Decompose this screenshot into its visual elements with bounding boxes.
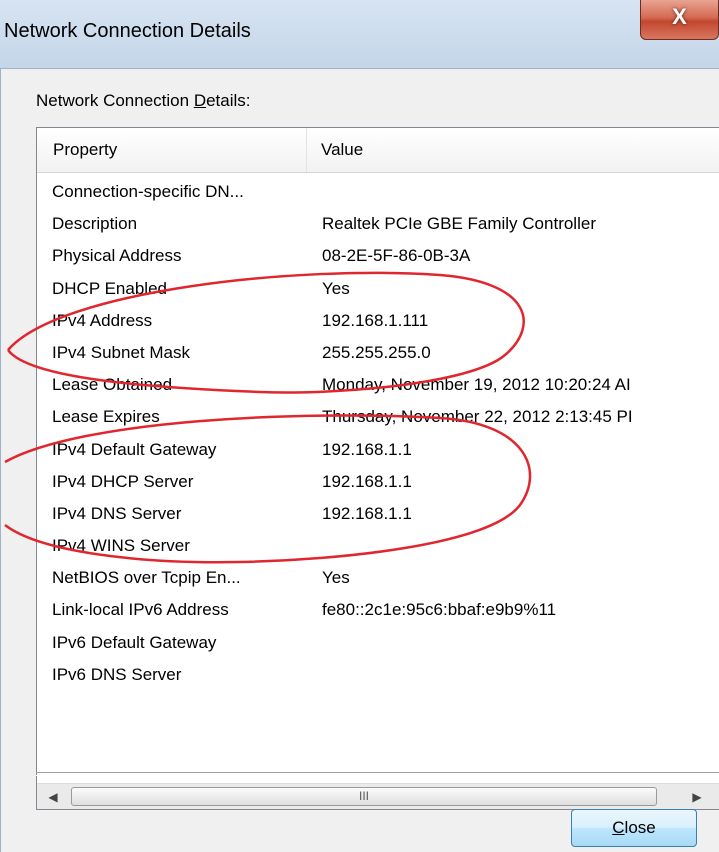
value-cell: 192.168.1.1 [322, 503, 412, 523]
property-cell: IPv6 DNS Server [52, 664, 182, 684]
table-row[interactable]: Lease Obtained Monday, November 19, 2012 … [37, 369, 719, 401]
value-cell: Yes [322, 278, 350, 298]
table-row[interactable]: IPv4 DNS Server 192.168.1.1 [37, 498, 719, 530]
close-button[interactable]: Close [571, 809, 697, 847]
title-bar[interactable]: Network Connection Details X [0, 0, 719, 68]
scroll-left-icon[interactable]: ◀ [43, 784, 63, 809]
property-cell: IPv6 Default Gateway [52, 632, 217, 652]
table-row[interactable]: IPv4 Default Gateway 192.168.1.1 [37, 434, 719, 466]
property-cell: IPv4 Subnet Mask [52, 342, 190, 362]
table-row[interactable]: Physical Address 08-2E-5F-86-0B-3A [37, 240, 719, 272]
property-cell: Lease Expires [52, 407, 160, 427]
value-cell: Realtek PCIe GBE Family Controller [322, 214, 596, 234]
window-title: Network Connection Details [4, 20, 251, 42]
property-cell: Lease Obtained [52, 375, 173, 395]
table-row[interactable]: IPv6 DNS Server [37, 659, 719, 691]
property-cell: IPv4 Address [52, 310, 153, 330]
property-cell: Description [52, 214, 138, 234]
value-cell: Monday, November 19, 2012 10:20:24 AI [322, 375, 631, 395]
property-cell: Connection-specific DN... [52, 182, 244, 201]
property-cell: Physical Address [52, 246, 182, 266]
property-cell: IPv4 WINS Server [52, 536, 190, 556]
property-cell: IPv4 DHCP Server [52, 471, 194, 491]
table-row[interactable]: IPv4 DHCP Server 192.168.1.1 [37, 466, 719, 498]
value-cell: Yes [322, 568, 350, 588]
value-cell: Thursday, November 22, 2012 2:13:45 PI [322, 407, 633, 427]
scroll-right-icon[interactable]: ▶ [687, 784, 707, 809]
table-row[interactable]: DHCP Enabled Yes [37, 273, 719, 305]
column-header-value[interactable]: Value [307, 128, 719, 172]
table-row[interactable]: IPv4 WINS Server [37, 530, 719, 562]
table-row[interactable]: Connection-specific DN... [37, 176, 719, 208]
value-cell: fe80::2c1e:95c6:bbaf:e9b9%11 [322, 600, 557, 620]
property-cell: Link-local IPv6 Address [52, 600, 229, 620]
scrollbar-thumb[interactable]: III [71, 787, 657, 806]
table-row[interactable]: Link-local IPv6 Address fe80::2c1e:95c6:b… [37, 594, 719, 626]
value-cell: 192.168.1.111 [322, 310, 429, 330]
list-rows: Connection-specific DN... Description Real… [37, 176, 719, 691]
dialog-window: Network Connection Details X Network Con… [0, 0, 719, 852]
divider [36, 772, 719, 776]
table-row[interactable]: NetBIOS over Tcpip En... Yes [37, 562, 719, 594]
table-row[interactable]: Description Realtek PCIe GBE Family Contr… [37, 208, 719, 240]
value-cell: 192.168.1.1 [322, 471, 412, 491]
details-list-view[interactable]: Property Value Connection-specific DN...… [36, 127, 719, 810]
details-group-label: Network Connection Details: [36, 91, 251, 110]
close-icon[interactable]: X [640, 0, 719, 40]
table-row[interactable]: Lease Expires Thursday, November 22, 2012… [37, 401, 719, 433]
value-cell: 255.255.255.0 [322, 342, 431, 362]
table-row[interactable]: IPv4 Address 192.168.1.111 [37, 305, 719, 337]
column-header-property[interactable]: Property [37, 128, 307, 172]
list-header: Property Value [37, 128, 719, 173]
table-row[interactable]: IPv4 Subnet Mask 255.255.255.0 [37, 337, 719, 369]
property-cell: IPv4 DNS Server [52, 503, 182, 523]
property-cell: DHCP Enabled [52, 278, 167, 298]
table-row[interactable]: IPv6 Default Gateway [37, 627, 719, 659]
property-cell: NetBIOS over Tcpip En... [52, 568, 241, 588]
dialog-client-area: Network Connection Details: Property Val… [0, 68, 719, 852]
value-cell: 08-2E-5F-86-0B-3A [322, 246, 471, 266]
horizontal-scrollbar[interactable]: ◀ III ▶ [37, 783, 719, 809]
property-cell: IPv4 Default Gateway [52, 439, 217, 459]
value-cell: 192.168.1.1 [322, 439, 412, 459]
